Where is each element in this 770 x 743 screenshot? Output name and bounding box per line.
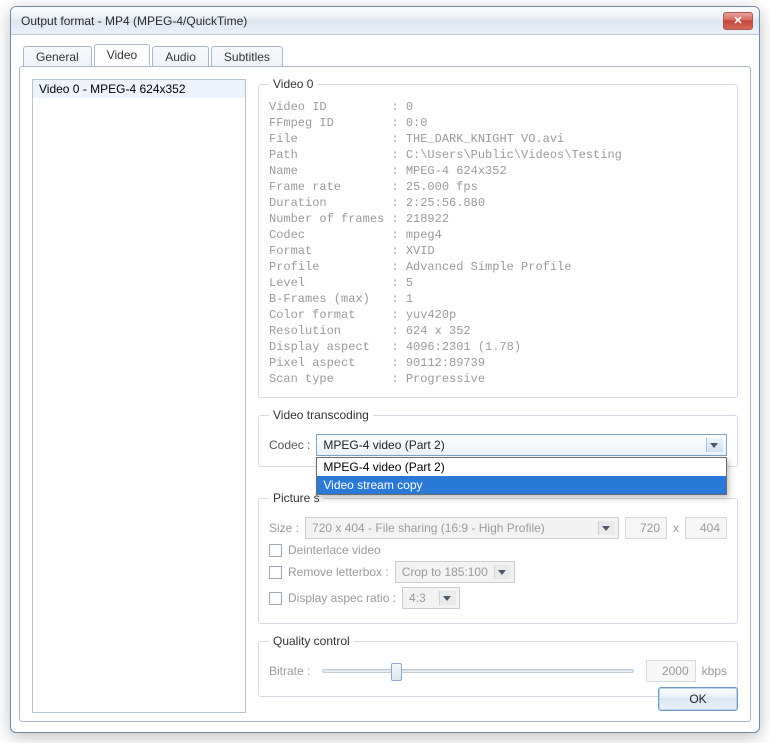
chevron-down-icon	[443, 596, 451, 601]
video-stream-list[interactable]: Video 0 - MPEG-4 624x352	[32, 79, 246, 713]
codec-combo[interactable]: MPEG-4 video (Part 2)	[316, 434, 727, 456]
codec-dropdown[interactable]: MPEG-4 video (Part 2) Video stream copy	[316, 457, 727, 495]
dar-combo-value: 4:3	[409, 591, 426, 605]
group-transcoding-legend: Video transcoding	[269, 408, 373, 422]
size-preset-combo: 720 x 404 - File sharing (16:9 - High Pr…	[305, 517, 619, 539]
titlebar[interactable]: Output format - MP4 (MPEG-4/QuickTime) ✕	[11, 7, 759, 35]
close-button[interactable]: ✕	[723, 12, 753, 30]
group-video0-legend: Video 0	[269, 77, 317, 91]
tab-subtitles[interactable]: Subtitles	[211, 46, 283, 67]
tab-video[interactable]: Video	[94, 44, 150, 66]
size-preset-value: 720 x 404 - File sharing (16:9 - High Pr…	[312, 521, 545, 535]
close-icon: ✕	[733, 14, 742, 27]
bitrate-slider-thumb[interactable]	[391, 663, 402, 681]
ok-button[interactable]: OK	[658, 687, 738, 711]
codec-option-mpeg4[interactable]: MPEG-4 video (Part 2)	[317, 458, 726, 476]
right-pane: Video 0 Video ID : 0 FFmpeg ID : 0:0 Fil…	[258, 77, 738, 707]
crop-combo: Crop to 185:100	[395, 561, 515, 583]
group-transcoding: Video transcoding Codec : MPEG-4 video (…	[258, 408, 738, 467]
codec-combo-value: MPEG-4 video (Part 2)	[323, 438, 444, 452]
tab-audio[interactable]: Audio	[152, 46, 209, 67]
window-title: Output format - MP4 (MPEG-4/QuickTime)	[21, 14, 723, 28]
bitrate-slider[interactable]	[322, 669, 633, 673]
tab-strip: General Video Audio Subtitles	[19, 43, 751, 66]
size-x-label: x	[673, 521, 679, 535]
tab-panel-video: Video 0 - MPEG-4 624x352 Video 0 Video I…	[19, 66, 751, 722]
remove-letterbox-checkbox[interactable]	[269, 566, 282, 579]
ok-button-label: OK	[689, 692, 706, 706]
video0-info: Video ID : 0 FFmpeg ID : 0:0 File : THE_…	[269, 99, 727, 387]
dar-combo: 4:3	[402, 587, 460, 609]
display-aspect-label: Display aspec ratio :	[288, 591, 396, 605]
bitrate-unit: kbps	[702, 664, 727, 678]
group-quality-legend: Quality control	[269, 634, 354, 648]
size-width-input: 720	[625, 517, 667, 539]
deinterlace-label: Deinterlace video	[288, 543, 381, 557]
client-area: General Video Audio Subtitles Video 0 - …	[19, 43, 751, 722]
size-label: Size :	[269, 521, 299, 535]
chevron-down-icon	[710, 443, 718, 448]
group-picture: Picture s Size : 720 x 404 - File sharin…	[258, 491, 738, 624]
deinterlace-checkbox[interactable]	[269, 544, 282, 557]
codec-label: Codec :	[269, 438, 310, 452]
bitrate-input: 2000	[646, 660, 696, 682]
group-video0: Video 0 Video ID : 0 FFmpeg ID : 0:0 Fil…	[258, 77, 738, 398]
display-aspect-checkbox[interactable]	[269, 592, 282, 605]
crop-combo-value: Crop to 185:100	[402, 565, 488, 579]
size-height-input: 404	[685, 517, 727, 539]
tab-general[interactable]: General	[23, 46, 92, 67]
codec-option-streamcopy[interactable]: Video stream copy	[317, 476, 726, 494]
list-item[interactable]: Video 0 - MPEG-4 624x352	[33, 80, 245, 98]
dialog-window: Output format - MP4 (MPEG-4/QuickTime) ✕…	[10, 6, 760, 733]
remove-letterbox-label: Remove letterbox :	[288, 565, 389, 579]
chevron-down-icon	[498, 570, 506, 575]
bitrate-label: Bitrate :	[269, 664, 310, 678]
chevron-down-icon	[602, 526, 610, 531]
